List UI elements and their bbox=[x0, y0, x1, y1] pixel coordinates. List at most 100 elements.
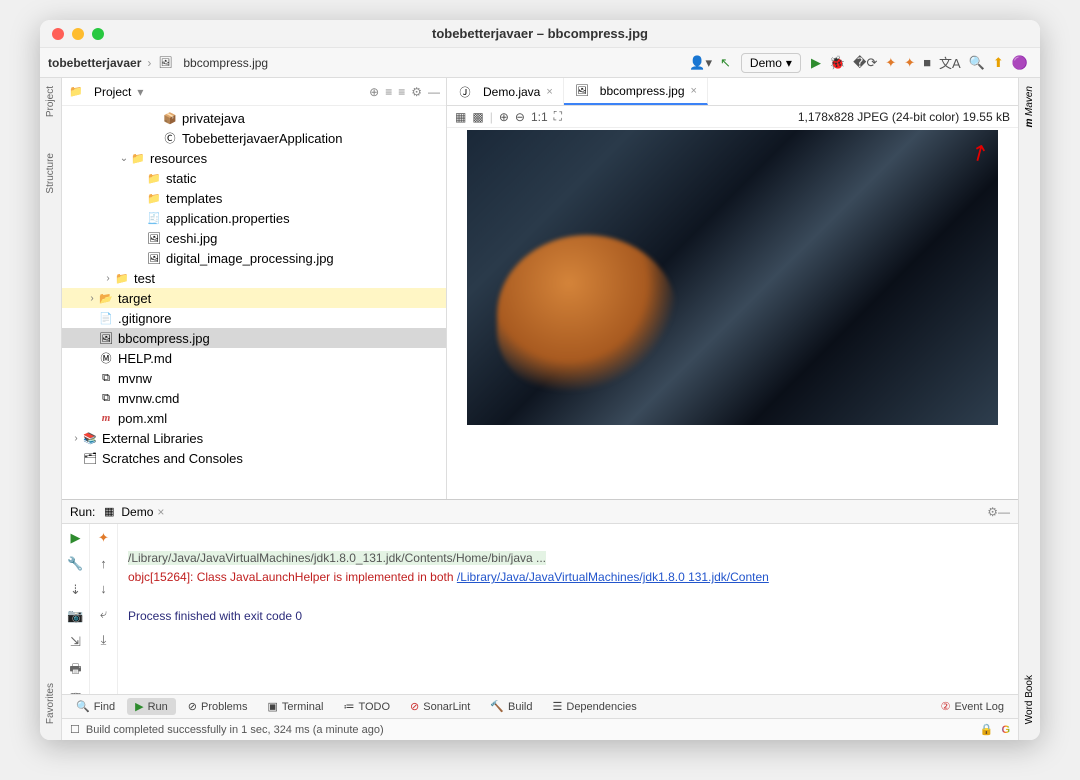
close-icon[interactable]: × bbox=[691, 85, 697, 97]
tool-structure[interactable]: Structure bbox=[43, 145, 58, 202]
tree-item[interactable]: 🧾application.properties bbox=[62, 208, 446, 228]
tool-wordbook[interactable]: Word Book bbox=[1022, 667, 1037, 732]
hammer-icon[interactable]: ↖ bbox=[716, 53, 735, 73]
expand-icon[interactable]: ≡ bbox=[385, 85, 392, 99]
hide-icon[interactable]: — bbox=[428, 85, 440, 99]
tool-build[interactable]: 🔨Build bbox=[482, 698, 540, 715]
tree-item[interactable]: ⧉mvnw bbox=[62, 368, 446, 388]
tree-item[interactable]: 🖼ceshi.jpg bbox=[62, 228, 446, 248]
stop-icon[interactable]: ■ bbox=[919, 53, 935, 72]
console-output[interactable]: /Library/Java/JavaVirtualMachines/jdk1.8… bbox=[118, 524, 1018, 694]
tree-item[interactable]: 🖼digital_image_processing.jpg bbox=[62, 248, 446, 268]
zoom-in-icon[interactable]: ⊕ bbox=[499, 110, 509, 124]
target-icon[interactable]: ⊕ bbox=[369, 85, 379, 99]
image-viewer[interactable]: ↗ bbox=[447, 128, 1018, 499]
lock-icon[interactable]: 🔒 bbox=[980, 723, 994, 736]
tool-maven[interactable]: m Maven bbox=[1022, 78, 1037, 135]
down-icon[interactable]: ⇣ bbox=[70, 582, 81, 598]
tree-item[interactable]: ›📂target bbox=[62, 288, 446, 308]
tree-item[interactable]: 📄.gitignore bbox=[62, 308, 446, 328]
tool-dependencies[interactable]: ☰Dependencies bbox=[545, 698, 645, 715]
coverage-icon[interactable]: �⟳ bbox=[849, 53, 881, 73]
wrench-icon[interactable]: 🔧 bbox=[67, 556, 83, 572]
build-icon: 🔨 bbox=[490, 700, 504, 713]
editor-tab[interactable]: 🖼bbcompress.jpg× bbox=[564, 78, 708, 105]
gear-icon[interactable]: ⚙ bbox=[411, 85, 422, 99]
tree-item-label: bbcompress.jpg bbox=[118, 331, 210, 346]
breadcrumb-file[interactable]: bbcompress.jpg bbox=[183, 56, 268, 70]
up-arrow-icon[interactable]: ↑ bbox=[100, 556, 107, 571]
hide-icon[interactable]: — bbox=[998, 505, 1010, 519]
chevron-down-icon[interactable]: ▾ bbox=[137, 85, 143, 99]
tool-terminal[interactable]: ▣Terminal bbox=[259, 698, 331, 715]
stop-process-icon[interactable]: ✦ bbox=[98, 530, 109, 546]
run-panel-header: Run: ▦ Demo × ⚙ — bbox=[62, 500, 1018, 524]
status-text: Build completed successfully in 1 sec, 3… bbox=[86, 724, 384, 736]
attach-icon[interactable]: ✦ bbox=[900, 53, 919, 73]
folder-gray-icon: 📁 bbox=[146, 190, 162, 206]
tree-item-label: templates bbox=[166, 191, 222, 206]
zoom-out-icon[interactable]: ⊖ bbox=[515, 110, 525, 124]
tree-item[interactable]: ⧉mvnw.cmd bbox=[62, 388, 446, 408]
tree-item[interactable]: ⒸTobebetterjavaerApplication bbox=[62, 128, 446, 148]
tool-run[interactable]: ▶Run bbox=[127, 698, 176, 715]
user-icon[interactable]: 👤▾ bbox=[685, 53, 716, 73]
tree-item[interactable]: ⌄📁resources bbox=[62, 148, 446, 168]
tree-item[interactable]: 🖼bbcompress.jpg bbox=[62, 328, 446, 348]
search-icon: 🔍 bbox=[76, 700, 90, 713]
tree-item[interactable]: 📁 templates bbox=[62, 188, 446, 208]
breadcrumb[interactable]: tobebetterjavaer › 🖼 bbcompress.jpg bbox=[48, 55, 268, 71]
scroll-end-icon[interactable]: ⤓ bbox=[101, 632, 107, 648]
close-icon[interactable]: × bbox=[546, 86, 552, 98]
editor-tab[interactable]: ⒿDemo.java× bbox=[447, 78, 564, 105]
tool-favorites[interactable]: Favorites bbox=[43, 675, 58, 732]
tool-find[interactable]: 🔍Find bbox=[68, 698, 123, 715]
tree-item[interactable]: ⓂHELP.md bbox=[62, 348, 446, 368]
debug-icon[interactable]: 🐞 bbox=[825, 53, 849, 73]
tree-item[interactable]: 📦privatejava bbox=[62, 108, 446, 128]
gear-icon[interactable]: ⚙ bbox=[987, 505, 998, 519]
run-panel: Run: ▦ Demo × ⚙ — ▶ 🔧 ⇣ 📷 ⇲ bbox=[62, 499, 1018, 694]
tool-sonarlint[interactable]: ⊘SonarLint bbox=[402, 698, 478, 715]
folder-gray-icon: 📁 bbox=[146, 170, 162, 186]
collapse-icon[interactable]: ≡ bbox=[398, 85, 405, 99]
zoom-ratio[interactable]: 1:1 bbox=[531, 110, 548, 124]
maven-icon: m bbox=[98, 410, 114, 426]
rerun-icon[interactable]: ▶ bbox=[71, 530, 81, 546]
tree-item[interactable]: mpom.xml bbox=[62, 408, 446, 428]
tree-item-label: test bbox=[134, 271, 155, 286]
camera-icon[interactable]: 📷 bbox=[67, 608, 83, 624]
print-icon[interactable]: 🖶 bbox=[69, 660, 81, 682]
project-tree[interactable]: 📦privatejavaⒸTobebetterjavaerApplication… bbox=[62, 106, 446, 499]
soft-wrap-icon[interactable]: ⤶ bbox=[100, 606, 107, 622]
folder-orange-icon: 📂 bbox=[98, 290, 114, 306]
translate-icon[interactable]: 文A bbox=[935, 51, 965, 74]
status-icon[interactable]: ☐ bbox=[70, 723, 80, 736]
tool-project[interactable]: Project bbox=[43, 78, 58, 125]
tree-item[interactable]: 📁static bbox=[62, 168, 446, 188]
tree-item[interactable]: ›📚External Libraries bbox=[62, 428, 446, 448]
tool-todo[interactable]: ≔TODO bbox=[335, 698, 398, 715]
plugin-icon[interactable]: 🟣 bbox=[1008, 53, 1032, 73]
editor-tabs: ⒿDemo.java×🖼bbcompress.jpg× bbox=[447, 78, 1018, 106]
run-config-selector[interactable]: Demo ▾ bbox=[741, 53, 801, 73]
terminal-icon: ▣ bbox=[267, 700, 277, 713]
fit-icon[interactable]: ⛶ bbox=[554, 109, 562, 124]
tree-item[interactable]: 🗂Scratches and Consoles bbox=[62, 448, 446, 468]
console-error-link[interactable]: /Library/Java/JavaVirtualMachines/jdk1.8… bbox=[457, 570, 769, 584]
run-icon[interactable]: ▶ bbox=[807, 53, 825, 73]
checker-icon[interactable]: ▩ bbox=[472, 110, 483, 124]
search-icon[interactable]: 🔍 bbox=[965, 53, 989, 73]
close-icon[interactable]: × bbox=[157, 505, 164, 519]
run-panel-tab[interactable]: Demo bbox=[121, 505, 153, 519]
google-icon[interactable]: G bbox=[1001, 724, 1010, 736]
grid-icon[interactable]: ▦ bbox=[455, 110, 466, 124]
profile-icon[interactable]: ✦ bbox=[881, 53, 900, 73]
tool-problems[interactable]: ⊘Problems bbox=[180, 698, 256, 715]
tool-eventlog[interactable]: ②Event Log bbox=[933, 698, 1012, 715]
ide-update-icon[interactable]: ⬆ bbox=[989, 53, 1008, 73]
tree-item[interactable]: ›📁test bbox=[62, 268, 446, 288]
export-icon[interactable]: ⇲ bbox=[70, 634, 81, 650]
down-arrow-icon[interactable]: ↓ bbox=[100, 581, 107, 596]
breadcrumb-project[interactable]: tobebetterjavaer bbox=[48, 56, 141, 70]
